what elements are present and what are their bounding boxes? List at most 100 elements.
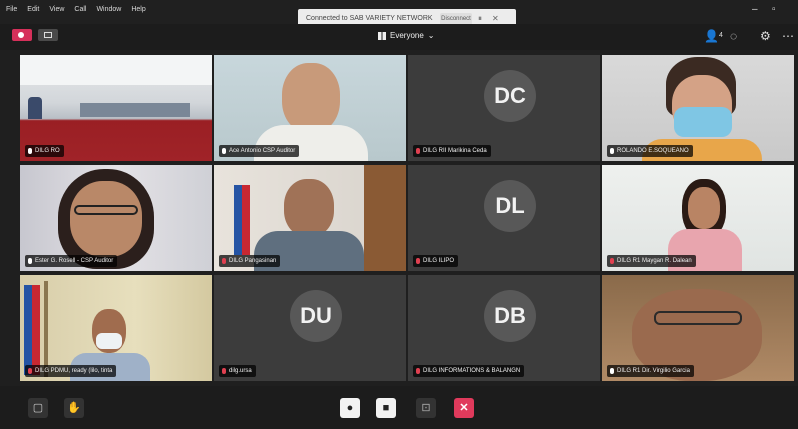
call-controls: ▢ ✋ ● ■ ⊡ ✕: [0, 386, 798, 429]
participant-name: dilg.ursa: [229, 368, 252, 374]
face-mask: [674, 107, 732, 137]
participant-name: ROLANDO E.SOQUEANO: [617, 148, 689, 154]
bamboo-pole: [44, 281, 48, 377]
mic-icon: [222, 148, 226, 154]
participant-namebar: DILG R1 Dir. Virgilio Garcia: [607, 365, 694, 377]
microphone-icon: ●: [346, 402, 354, 414]
video-tile[interactable]: Ester G. Rosell - CSP Auditor: [20, 165, 212, 271]
participant-name: DILG R1 Maygan R. Dalean: [617, 258, 692, 264]
participant-namebar: DILG RII Marikina Ceda: [413, 145, 491, 157]
participant-namebar: DILG INFORMATIONS & BALANGN: [413, 365, 525, 377]
video-tile[interactable]: ROLANDO E.SOQUEANO: [602, 55, 794, 161]
mic-muted-icon: [416, 258, 420, 264]
app-menubar: File Edit View Call Window Help Connecte…: [0, 0, 798, 29]
leave-call-button[interactable]: ✕: [454, 398, 474, 418]
settings-icon[interactable]: ⚙: [760, 29, 771, 43]
maximize-icon[interactable]: ▫: [772, 4, 776, 15]
screen-button[interactable]: [38, 29, 58, 41]
participant-name: DILG PDMU, ready (lilo, tinta: [35, 368, 113, 374]
mic-muted-icon: [222, 258, 226, 264]
avatar: DL: [484, 180, 536, 232]
mic-muted-icon: [610, 258, 614, 264]
participants-icon[interactable]: 👤: [704, 29, 719, 43]
person-face: [688, 187, 720, 229]
person-face: [282, 63, 340, 133]
person-figure: [28, 97, 42, 119]
menu-edit[interactable]: Edit: [27, 6, 39, 13]
menu-call[interactable]: Call: [74, 6, 86, 13]
flag: [234, 185, 242, 255]
participant-name: Ester G. Rosell - CSP Auditor: [35, 258, 114, 264]
mic-icon: [28, 258, 32, 264]
person-face: [70, 181, 142, 257]
video-tile[interactable]: DILG PDMU, ready (lilo, tinta: [20, 275, 212, 381]
video-camera-icon: ■: [382, 402, 390, 414]
pause-icon[interactable]: ⏸: [478, 14, 482, 24]
participant-name: DILG RII Marikina Ceda: [423, 148, 487, 154]
video-tile[interactable]: DILG R1 Maygan R. Dalean: [602, 165, 794, 271]
participant-name: DILG ILIPO: [423, 258, 455, 264]
avatar-tile[interactable]: DU dilg.ursa: [214, 275, 406, 381]
mic-icon: [28, 148, 32, 154]
participant-namebar: Ester G. Rosell - CSP Auditor: [25, 255, 118, 267]
flag-stripe: [242, 185, 250, 255]
flag: [24, 285, 32, 375]
close-icon: ✕: [459, 402, 469, 414]
record-icon: [18, 32, 24, 38]
eyeglasses: [654, 311, 742, 325]
participant-namebar: DILG Pangasinan: [219, 255, 281, 267]
participant-namebar: DILG ILIPO: [413, 255, 459, 267]
meeting-toolbar: Everyone ⌄ 👤 4 ◌ ⚙ ⋯: [0, 24, 798, 50]
menu-window[interactable]: Window: [96, 6, 121, 13]
video-tile[interactable]: DILG RO: [20, 55, 212, 161]
avatar: DC: [484, 70, 536, 122]
avatar-tile[interactable]: DB DILG INFORMATIONS & BALANGN: [408, 275, 600, 381]
view-selector[interactable]: Everyone ⌄: [378, 31, 435, 40]
notification-text: Connected to SAB VARIETY NETWORK: [306, 15, 433, 22]
door: [364, 165, 406, 271]
record-button[interactable]: [12, 29, 32, 41]
share-icon: ⊡: [421, 402, 431, 414]
close-notification-icon[interactable]: ✕: [492, 14, 499, 23]
camera-toggle-button[interactable]: ▢: [28, 398, 48, 418]
microphone-button[interactable]: ●: [340, 398, 360, 418]
reactions-icon[interactable]: ◌: [730, 29, 737, 43]
menu-file[interactable]: File: [6, 6, 17, 13]
hand-icon: ✋: [67, 402, 81, 414]
mic-icon: [610, 368, 614, 374]
ceiling: [20, 55, 212, 85]
grid-icon: [378, 31, 386, 40]
face-mask: [96, 333, 122, 349]
more-icon[interactable]: ⋯: [782, 29, 794, 43]
share-screen-button[interactable]: ⊡: [416, 398, 436, 418]
avatar-tile[interactable]: DL DILG ILIPO: [408, 165, 600, 271]
raise-hand-button[interactable]: ✋: [64, 398, 84, 418]
mic-muted-icon: [28, 368, 32, 374]
mic-muted-icon: [416, 368, 420, 374]
screen-icon: [44, 32, 52, 38]
participant-namebar: DILG RO: [25, 145, 64, 157]
person-face: [284, 179, 334, 237]
menu-help[interactable]: Help: [131, 6, 145, 13]
avatar-tile[interactable]: DC DILG RII Marikina Ceda: [408, 55, 600, 161]
video-tile[interactable]: DILG R1 Dir. Virgilio Garcia: [602, 275, 794, 381]
mic-muted-icon: [416, 148, 420, 154]
video-button[interactable]: ■: [376, 398, 396, 418]
menu-view[interactable]: View: [49, 6, 64, 13]
participant-name: DILG INFORMATIONS & BALANGN: [423, 368, 521, 374]
minimize-icon[interactable]: –: [752, 4, 758, 15]
avatar: DU: [290, 290, 342, 342]
participant-name: Ace Antonio CSP Auditor: [229, 148, 296, 154]
chevron-down-icon: ⌄: [427, 31, 435, 40]
video-tile[interactable]: Ace Antonio CSP Auditor: [214, 55, 406, 161]
flag-stripe: [32, 285, 40, 375]
participants-count: 4: [719, 32, 723, 39]
video-tile[interactable]: DILG Pangasinan: [214, 165, 406, 271]
eyeglasses: [74, 205, 138, 215]
participant-namebar: Ace Antonio CSP Auditor: [219, 145, 300, 157]
participant-name: DILG Pangasinan: [229, 258, 277, 264]
mic-muted-icon: [222, 368, 226, 374]
avatar: DB: [484, 290, 536, 342]
view-label: Everyone: [390, 31, 424, 40]
camera-icon: ▢: [32, 402, 44, 414]
